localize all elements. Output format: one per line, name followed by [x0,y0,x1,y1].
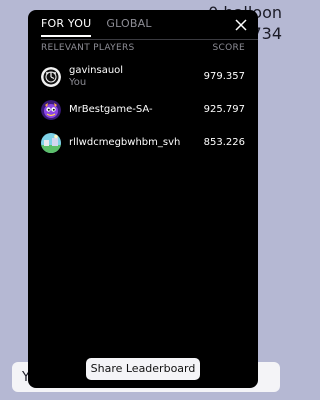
player-names: gavinsauol You [69,65,204,88]
header-score-label: SCORE [212,43,245,53]
header-players-label: RELEVANT PLAYERS [41,43,135,53]
player-row[interactable]: gavinsauol You 979.357 [41,60,245,93]
player-row[interactable]: rllwdcmegbwhbm_svh 853.226 [41,126,245,159]
tab-bar: FOR YOU GLOBAL [41,17,152,37]
player-names: rllwdcmegbwhbm_svh [69,137,204,148]
player-names: MrBestgame-SA- [69,104,204,115]
close-icon[interactable] [234,18,248,32]
player-row[interactable]: MrBestgame-SA- 925.797 [41,93,245,126]
clock-avatar-icon [41,66,61,87]
tab-for-you[interactable]: FOR YOU [41,17,92,37]
tab-divider [41,39,258,40]
player-name: gavinsauol [69,65,124,76]
player-score: 979.357 [203,71,245,82]
player-score: 853.226 [203,137,245,148]
purple-monster-avatar-icon [41,99,61,120]
landscape-avatar-icon [41,132,61,153]
player-name: MrBestgame-SA- [69,104,153,115]
player-score: 925.797 [203,104,245,115]
player-list: gavinsauol You 979.357 MrBestgame-SA- 92… [41,60,245,159]
share-leaderboard-button[interactable]: Share Leaderboard [86,358,200,380]
player-subtitle: You [69,77,87,88]
tab-global[interactable]: GLOBAL [106,17,151,37]
leaderboard-header: RELEVANT PLAYERS SCORE [41,43,245,53]
leaderboard-modal: FOR YOU GLOBAL RELEVANT PLAYERS SCORE ga… [28,10,258,388]
player-name: rllwdcmegbwhbm_svh [69,137,181,148]
